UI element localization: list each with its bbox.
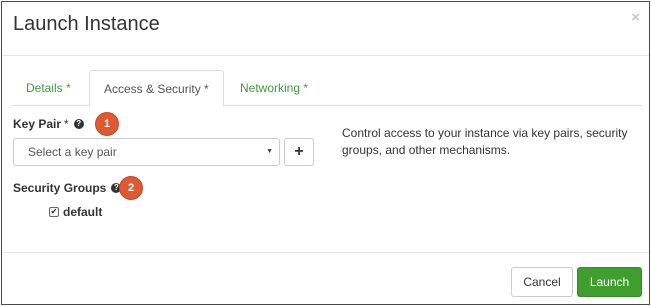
close-icon[interactable]: × <box>631 10 640 25</box>
tab-details[interactable]: Details * <box>12 70 85 106</box>
security-groups-label: Security Groups ? <box>13 181 122 195</box>
help-text: Control access to your instance via key … <box>342 126 628 157</box>
key-pair-label: Key Pair * ? <box>13 117 84 131</box>
security-groups-label-text: Security Groups <box>13 181 107 195</box>
cancel-button[interactable]: Cancel <box>511 267 573 297</box>
security-group-option-label: default <box>63 205 103 219</box>
checkbox-checked-icon[interactable]: ✔ <box>49 207 59 217</box>
tab-networking[interactable]: Networking * <box>226 70 322 106</box>
key-pair-select[interactable]: Select a key pair ▼ <box>13 138 280 166</box>
launch-button[interactable]: Launch <box>577 267 642 297</box>
tab-bar: Details * Access & Security * Networking… <box>12 70 642 107</box>
key-pair-label-text: Key Pair <box>13 117 62 131</box>
annotation-badge-2: 2 <box>120 177 142 199</box>
required-mark: * <box>64 117 69 131</box>
tab-access-security[interactable]: Access & Security * <box>89 70 224 107</box>
add-key-pair-button[interactable]: + <box>284 138 314 166</box>
modal-title: Launch Instance <box>13 13 160 35</box>
key-pair-select-value: Select a key pair <box>28 145 117 159</box>
security-group-option[interactable]: ✔ default <box>49 205 102 219</box>
modal-footer: Cancel Launch <box>2 252 649 304</box>
question-circle-icon[interactable]: ? <box>73 119 84 129</box>
caret-down-icon: ▼ <box>266 148 273 155</box>
modal-header: Launch Instance × <box>2 2 649 56</box>
launch-instance-modal: Launch Instance × Details * Access & Sec… <box>1 1 650 305</box>
annotation-badge-1: 1 <box>96 113 118 135</box>
